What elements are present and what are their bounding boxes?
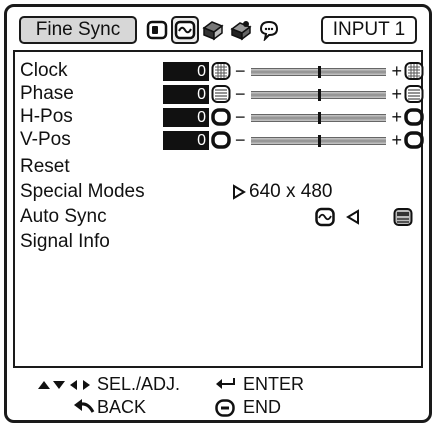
clock-value: 0 (163, 62, 209, 81)
back-icon (74, 399, 95, 413)
slider-knob[interactable] (317, 112, 321, 124)
auto-sync-high-speed-icon[interactable] (393, 207, 413, 227)
clock-slider[interactable]: − + (235, 60, 402, 82)
minus-sign: − (235, 107, 246, 127)
sel-adj-label: SEL./ADJ. (97, 374, 181, 394)
osd-menu: Fine Sync INPUT 1 Clock 0 − + Phase 0 − … (4, 4, 432, 423)
phase-value: 0 (163, 85, 209, 104)
h-pos-value: 0 (163, 108, 209, 127)
fine-sync-icon[interactable] (171, 16, 199, 44)
pointer-left-icon (346, 209, 359, 225)
signal-info-label: Signal Info (20, 231, 110, 252)
plus-sign: + (391, 130, 402, 150)
special-modes-value: 640 x 480 (249, 181, 333, 202)
v-pos-slider[interactable]: − + (235, 129, 402, 151)
ring-icon (404, 108, 424, 126)
auto-sync-on-icon[interactable] (315, 207, 335, 227)
pointer-right-icon (233, 184, 246, 200)
audio-icon[interactable] (199, 16, 227, 44)
h-pos-row[interactable]: H-Pos 0 − + (15, 106, 424, 128)
v-pos-value: 0 (163, 131, 209, 150)
end-label: END (243, 397, 282, 417)
phase-label: Phase (20, 83, 74, 104)
special-modes-label: Special Modes (20, 181, 145, 202)
grille-icon (211, 62, 231, 80)
grille-icon (404, 85, 424, 103)
plus-sign: + (391, 84, 402, 104)
plus-sign: + (391, 61, 402, 81)
back-label: BACK (97, 397, 147, 417)
signal-info-row[interactable]: Signal Info (15, 231, 421, 253)
slider-track (251, 135, 386, 147)
slider-knob[interactable] (317, 66, 321, 78)
slider-knob[interactable] (317, 135, 321, 147)
arrow-keys-icon (38, 380, 90, 390)
v-pos-label: V-Pos (20, 129, 71, 150)
minus-sign: − (235, 84, 246, 104)
slider-track (251, 89, 386, 101)
ring-icon (404, 131, 424, 149)
options-icon[interactable] (227, 16, 255, 44)
enter-label: ENTER (243, 374, 305, 394)
minus-sign: − (235, 61, 246, 81)
phase-slider[interactable]: − + (235, 83, 402, 105)
auto-sync-label: Auto Sync (20, 206, 107, 227)
h-pos-slider[interactable]: − + (235, 106, 402, 128)
ring-icon (211, 108, 231, 126)
language-icon[interactable] (255, 16, 283, 44)
menu-footer: SEL./ADJ. ENTER BACK END (7, 373, 429, 419)
grille-icon (211, 85, 231, 103)
phase-row[interactable]: Phase 0 − + (15, 83, 424, 105)
slider-track (251, 66, 386, 78)
reset-label: Reset (20, 156, 70, 177)
v-pos-row[interactable]: V-Pos 0 − + (15, 129, 424, 151)
reset-row[interactable]: Reset (15, 156, 421, 178)
end-icon (215, 399, 235, 417)
ring-icon (211, 131, 231, 149)
slider-knob[interactable] (317, 89, 321, 101)
minus-sign: − (235, 130, 246, 150)
grille-icon (404, 62, 424, 80)
menu-tab-bar: Fine Sync INPUT 1 (15, 16, 421, 46)
picture-adjust-icon[interactable] (143, 16, 171, 44)
clock-row[interactable]: Clock 0 − + (15, 60, 424, 82)
clock-label: Clock (20, 60, 68, 81)
auto-sync-row[interactable]: Auto Sync (15, 206, 421, 228)
enter-icon (216, 378, 235, 389)
fine-sync-panel: Clock 0 − + Phase 0 − + H-Pos 0 − + V-Po… (13, 50, 424, 368)
input-indicator: INPUT 1 (321, 16, 417, 44)
special-modes-row[interactable]: Special Modes 640 x 480 (15, 181, 421, 203)
tab-fine-sync[interactable]: Fine Sync (19, 16, 137, 44)
h-pos-label: H-Pos (20, 106, 73, 127)
plus-sign: + (391, 107, 402, 127)
slider-track (251, 112, 386, 124)
